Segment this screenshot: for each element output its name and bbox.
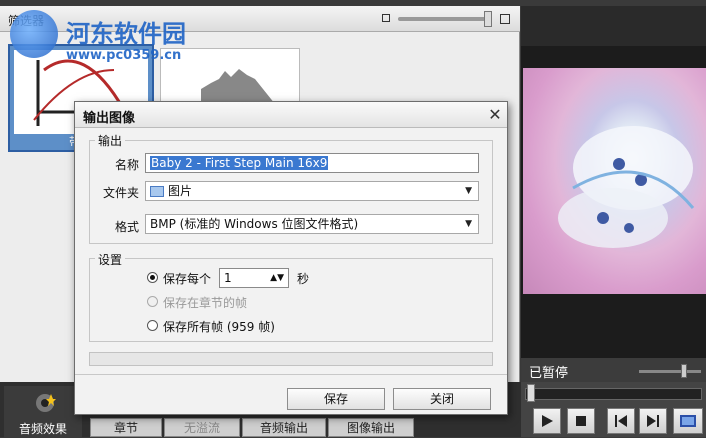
large-view-icon[interactable] — [500, 14, 510, 24]
folder-value: 图片 — [168, 184, 193, 198]
watermark-url: www.pc0359.cn — [66, 48, 182, 63]
small-view-icon[interactable] — [382, 14, 390, 22]
interval-unit: 秒 — [297, 272, 310, 286]
radio-save-chapter-frames[interactable] — [147, 296, 158, 307]
tab-image-output[interactable]: 图像输出 — [328, 418, 414, 437]
paused-label: 已暂停 — [529, 366, 569, 381]
next-button[interactable] — [639, 408, 667, 434]
name-value: Baby 2 - First Step Main 16x9 — [150, 156, 329, 170]
skip-forward-icon — [647, 415, 659, 427]
chevron-down-icon: ▼ — [465, 186, 472, 196]
folder-select[interactable]: 图片 ▼ — [145, 181, 479, 201]
previous-button[interactable] — [607, 408, 635, 434]
picture-folder-icon — [150, 186, 164, 197]
interval-stepper[interactable]: 1 ▲▼ — [219, 268, 289, 288]
stop-icon — [576, 416, 586, 426]
radio-save-all-frames[interactable] — [147, 320, 158, 331]
save-chapter-frames-label: 保存在章节的帧 — [163, 296, 248, 310]
preview-video — [523, 68, 706, 294]
dialog-titlebar[interactable]: 输出图像 ✕ — [75, 102, 507, 128]
stepper-arrows-icon[interactable]: ▲▼ — [270, 269, 284, 287]
volume-slider[interactable] — [639, 370, 701, 373]
name-label: 名称 — [114, 158, 139, 172]
film-button[interactable] — [673, 408, 703, 434]
close-button[interactable]: 关闭 — [393, 388, 491, 410]
tab-no-chapters[interactable]: 无溢流 — [164, 418, 240, 437]
film-icon — [680, 415, 696, 427]
skip-back-icon — [615, 415, 627, 427]
output-group-title: 输出 — [95, 132, 126, 149]
play-icon — [542, 415, 553, 427]
zoom-slider[interactable] — [398, 17, 490, 21]
export-image-dialog: 输出图像 ✕ 输出 名称 Baby 2 - First Step Main 16… — [74, 101, 508, 415]
watermark-title: 河东软件园 — [66, 19, 186, 48]
audio-effects-tab[interactable]: 音频效果 — [4, 386, 82, 437]
save-every-label: 保存每个 — [163, 272, 212, 286]
format-select[interactable]: BMP (标准的 Windows 位图文件格式) ▼ — [145, 214, 479, 234]
interval-value: 1 — [224, 271, 232, 285]
scrubber-thumb[interactable] — [527, 384, 535, 402]
baby-shoes-image — [558, 126, 695, 248]
stop-button[interactable] — [567, 408, 595, 434]
play-button[interactable] — [533, 408, 561, 434]
audio-effects-label: 音频效果 — [18, 422, 67, 436]
name-field[interactable]: Baby 2 - First Step Main 16x9 — [145, 153, 479, 173]
format-label: 格式 — [114, 220, 139, 234]
tab-chapters[interactable]: 章节 — [90, 418, 162, 437]
chevron-down-icon: ▼ — [465, 219, 472, 229]
tab-audio-output[interactable]: 音频输出 — [242, 418, 326, 437]
zoom-slider-thumb[interactable] — [484, 11, 492, 27]
radio-save-every[interactable] — [147, 272, 158, 283]
speaker-star-icon — [36, 394, 56, 412]
folder-label: 文件夹 — [102, 186, 139, 200]
timeline-scrubber[interactable] — [525, 388, 702, 400]
save-button[interactable]: 保存 — [287, 388, 385, 410]
volume-slider-thumb[interactable] — [681, 364, 687, 378]
save-all-frames-label: 保存所有帧 (959 帧) — [163, 320, 275, 334]
settings-group-title: 设置 — [95, 251, 126, 268]
preview-status-bar: 已暂停 — [521, 358, 706, 382]
close-icon[interactable]: ✕ — [485, 105, 505, 125]
progress-bar — [89, 352, 493, 366]
dialog-title: 输出图像 — [83, 111, 136, 126]
preview-panel: 已暂停 — [521, 6, 706, 382]
preview-top-area — [521, 6, 706, 46]
watermark-logo-icon — [10, 10, 58, 58]
format-value: BMP (标准的 Windows 位图文件格式) — [150, 217, 359, 231]
transport-controls — [521, 382, 706, 437]
divider — [75, 374, 507, 375]
